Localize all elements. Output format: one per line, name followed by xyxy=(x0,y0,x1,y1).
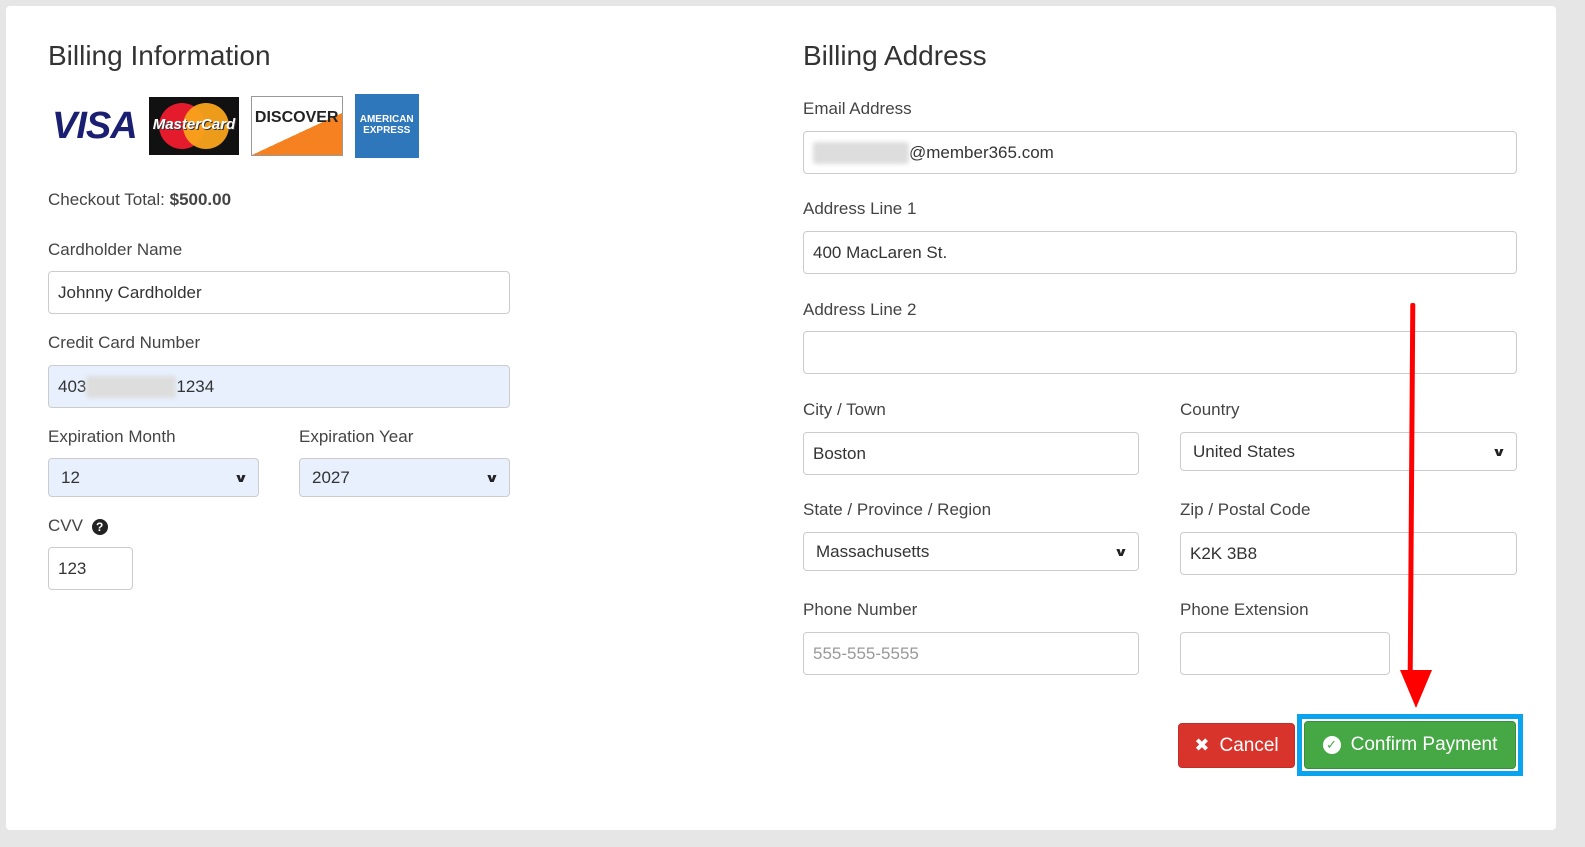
address1-input[interactable]: 400 MacLaren St. xyxy=(803,231,1517,274)
mastercard-logo: MasterCard xyxy=(148,97,239,155)
city-value: Boston xyxy=(813,443,866,463)
state-select[interactable]: Massachusetts ∨ xyxy=(803,532,1139,571)
checkout-total-value: $500.00 xyxy=(169,190,232,209)
phone-placeholder: 555-555-5555 xyxy=(813,643,919,663)
city-label: City / Town xyxy=(803,400,886,419)
zip-value: K2K 3B8 xyxy=(1190,543,1258,563)
email-input[interactable]: @member365.com xyxy=(803,131,1517,174)
cvv-value: 123 xyxy=(58,558,87,578)
card-logos: VISA MasterCard DISCOVER AMERICAN EXPRESS xyxy=(52,94,419,158)
email-redacted xyxy=(813,141,909,164)
exp-month-label: Expiration Month xyxy=(48,427,176,446)
cancel-button[interactable]: ✖ Cancel xyxy=(1178,723,1295,768)
billing-address-title: Billing Address xyxy=(803,40,987,71)
amex-logo: AMERICAN EXPRESS xyxy=(354,94,419,158)
billing-info-title: Billing Information xyxy=(48,40,271,71)
exp-year-select[interactable]: 2027 ∨ xyxy=(299,458,510,497)
ext-label: Phone Extension xyxy=(1180,600,1309,619)
country-select[interactable]: United States ∨ xyxy=(1180,432,1517,471)
visa-logo: VISA xyxy=(52,104,138,147)
card-number-suffix: 1234 xyxy=(176,376,215,396)
discover-logo: DISCOVER xyxy=(250,96,343,156)
phone-label: Phone Number xyxy=(803,600,918,619)
state-value: Massachusetts xyxy=(816,541,930,561)
address1-label: Address Line 1 xyxy=(803,199,917,218)
card-number-prefix: 403 xyxy=(58,376,87,396)
card-number-redacted xyxy=(86,375,177,398)
phone-input[interactable]: 555-555-5555 xyxy=(803,632,1139,675)
payment-panel: Billing Information VISA MasterCard DISC… xyxy=(6,6,1556,830)
state-label: State / Province / Region xyxy=(803,500,992,519)
cvv-label-group: CVV ? xyxy=(48,516,108,536)
chevron-down-icon: ∨ xyxy=(484,470,500,485)
check-circle-icon: ✓ xyxy=(1322,736,1341,754)
zip-input[interactable]: K2K 3B8 xyxy=(1180,532,1517,575)
email-label: Email Address xyxy=(803,99,912,118)
chevron-down-icon: ∨ xyxy=(233,470,249,485)
confirm-payment-label: Confirm Payment xyxy=(1350,734,1498,755)
country-label: Country xyxy=(1180,400,1240,419)
confirm-payment-button[interactable]: ✓ Confirm Payment xyxy=(1304,721,1516,769)
city-input[interactable]: Boston xyxy=(803,432,1139,475)
cvv-input[interactable]: 123 xyxy=(48,547,133,590)
cancel-label: Cancel xyxy=(1219,734,1279,756)
cardholder-name-input[interactable]: Johnny Cardholder xyxy=(48,271,510,314)
phone-extension-input[interactable] xyxy=(1180,632,1390,675)
checkout-total: Checkout Total: $500.00 xyxy=(48,190,231,210)
chevron-down-icon: ∨ xyxy=(1491,444,1507,459)
close-icon: ✖ xyxy=(1194,735,1210,755)
card-number-label: Credit Card Number xyxy=(48,333,201,352)
exp-year-label: Expiration Year xyxy=(299,427,414,446)
chevron-down-icon: ∨ xyxy=(1113,544,1129,559)
exp-year-value: 2027 xyxy=(312,467,350,487)
address2-label: Address Line 2 xyxy=(803,300,917,319)
card-number-input[interactable]: 403 1234 xyxy=(48,365,510,408)
cvv-label: CVV xyxy=(48,516,83,535)
address1-value: 400 MacLaren St. xyxy=(813,242,948,262)
checkout-total-label: Checkout Total: xyxy=(48,190,165,209)
zip-label: Zip / Postal Code xyxy=(1180,500,1311,519)
exp-month-value: 12 xyxy=(61,467,80,487)
annotation-arrow-head-icon xyxy=(1400,670,1432,708)
help-question-icon[interactable]: ? xyxy=(91,518,108,535)
cardholder-label: Cardholder Name xyxy=(48,240,183,259)
country-value: United States xyxy=(1193,441,1296,461)
exp-month-select[interactable]: 12 ∨ xyxy=(48,458,259,497)
email-value: @member365.com xyxy=(909,142,1054,162)
cardholder-name-value: Johnny Cardholder xyxy=(58,282,202,302)
